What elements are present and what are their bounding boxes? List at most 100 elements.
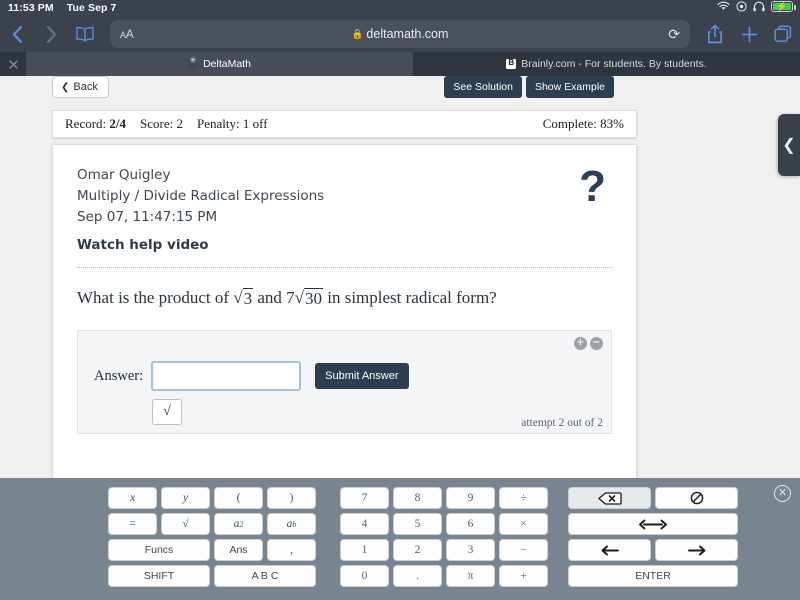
key-abc[interactable]: A B C [214, 565, 316, 587]
complete-stat: Complete: 83% [542, 116, 624, 131]
key-8[interactable]: 8 [393, 487, 442, 509]
key-0[interactable]: 0 [340, 565, 389, 587]
keyboard-row: 7 8 9 ÷ [340, 487, 556, 509]
answer-area: + − Answer: Submit Answer √ attempt 2 ou… [77, 330, 612, 434]
zoom-in-icon[interactable]: + [574, 337, 587, 350]
divider [77, 266, 612, 268]
keyboard-row [568, 539, 738, 561]
keyboard-number-group: 7 8 9 ÷ 4 5 6 × 1 2 3 − 0 . π + [340, 487, 556, 591]
submit-answer-button[interactable]: Submit Answer [315, 363, 409, 389]
text-size-button[interactable]: AAAA [120, 27, 134, 41]
share-icon[interactable] [698, 19, 732, 49]
zoom-out-icon[interactable]: − [590, 337, 603, 350]
key-shift[interactable]: SHIFT [108, 565, 210, 587]
key-3[interactable]: 3 [446, 539, 495, 561]
record-stat: Record: 2/4 [65, 116, 127, 131]
key-sqrt[interactable]: √ [161, 513, 210, 535]
question-text: What is the product of √3 and 7√30 in si… [77, 287, 612, 309]
tabs-icon[interactable] [766, 19, 800, 49]
arrow-right-key[interactable] [655, 539, 738, 561]
back-button-label: Back [73, 81, 98, 93]
key-plus[interactable]: + [499, 565, 548, 587]
lock-icon: 🔒 [351, 29, 364, 40]
url-display: 🔒 deltamath.com [110, 27, 690, 41]
tab-deltamath[interactable]: DeltaMath [26, 52, 413, 76]
score-stat: Score: 2 [140, 116, 184, 131]
key-y[interactable]: y [161, 487, 210, 509]
assignment-topic: Multiply / Divide Radical Expressions [77, 187, 325, 204]
record-value: 2/4 [109, 116, 127, 131]
move-out-key[interactable] [568, 513, 738, 535]
key-multiply[interactable]: × [499, 513, 548, 535]
key-7[interactable]: 7 [340, 487, 389, 509]
key-a-power-b[interactable]: ab [267, 513, 316, 535]
assignment-meta: Omar Quigley Multiply / Divide Radical E… [77, 165, 612, 228]
back-button[interactable]: ❮ Back [52, 76, 109, 98]
status-bar-record: Record: 2/4 Score: 2 Penalty: 1 off Comp… [52, 110, 637, 138]
radical-2: 7√30 [286, 287, 323, 308]
key-open-paren[interactable]: ( [214, 487, 263, 509]
assignment-timestamp: Sep 07, 11:47:15 PM [77, 208, 218, 225]
keyboard-row: ENTER [568, 565, 738, 587]
backspace-key[interactable] [568, 487, 651, 509]
forward-icon[interactable] [34, 19, 68, 49]
solution-buttons: See Solution Show Example [444, 76, 614, 98]
question-mark-icon[interactable]: ? [579, 165, 606, 209]
screen: 11:53 PM Tue Sep 7 ⚡ AA 🔒 deltamath.com … [0, 0, 800, 600]
penalty-stat: Penalty: 1 off [197, 116, 268, 131]
url-text: deltamath.com [366, 27, 449, 41]
coefficient-2: 7 [286, 287, 295, 307]
attempt-counter: attempt 2 out of 2 [521, 417, 603, 429]
key-a-squared[interactable]: a2 [214, 513, 263, 535]
keyboard-action-group: ENTER [568, 487, 738, 591]
key-9[interactable]: 9 [446, 487, 495, 509]
complete-value: 83% [600, 116, 624, 131]
sqrt-palette-button[interactable]: √ [152, 399, 182, 425]
keyboard-row: Funcs Ans , [108, 539, 324, 561]
key-pi[interactable]: π [446, 565, 495, 587]
key-5[interactable]: 5 [393, 513, 442, 535]
key-close-paren[interactable]: ) [267, 487, 316, 509]
tab-title: Brainly.com - For students. By students. [521, 58, 707, 70]
key-decimal[interactable]: . [393, 565, 442, 587]
radicand-1: 3 [242, 287, 254, 308]
key-4[interactable]: 4 [340, 513, 389, 535]
student-name: Omar Quigley [77, 167, 171, 183]
key-equals[interactable]: = [108, 513, 157, 535]
address-bar[interactable]: AAAA 🔒deltamath.com ⟳ [110, 20, 690, 48]
keyboard-row: x y ( ) [108, 487, 324, 509]
arrow-left-key[interactable] [568, 539, 651, 561]
keyboard-row: 4 5 6 × [340, 513, 556, 535]
key-2[interactable]: 2 [393, 539, 442, 561]
key-funcs[interactable]: Funcs [108, 539, 210, 561]
answer-input[interactable] [151, 361, 302, 391]
clear-key[interactable] [655, 487, 738, 509]
plus-icon[interactable] [732, 19, 766, 49]
key-x[interactable]: x [108, 487, 157, 509]
close-circle-icon[interactable]: ✕ [774, 485, 791, 502]
penalty-value: 1 off [242, 116, 268, 131]
status-bar-left: 11:53 PM Tue Sep 7 [8, 0, 117, 16]
see-solution-button[interactable]: See Solution [444, 76, 522, 98]
reload-icon[interactable]: ⟳ [668, 26, 680, 43]
back-icon[interactable] [0, 19, 34, 49]
answer-label: Answer: [94, 367, 144, 384]
key-ans[interactable]: Ans [214, 539, 263, 561]
close-tab-button[interactable] [0, 52, 26, 76]
key-comma[interactable]: , [267, 539, 316, 561]
show-example-button[interactable]: Show Example [525, 76, 614, 98]
key-divide[interactable]: ÷ [499, 487, 548, 509]
enter-key[interactable]: ENTER [568, 565, 738, 587]
keyboard-symbol-group: x y ( ) = √ a2 ab Funcs Ans , SHIFT A B … [108, 487, 324, 591]
tab-brainly[interactable]: Brainly.com - For students. By students. [413, 52, 800, 76]
score-value: 2 [176, 116, 184, 131]
headphones-icon [753, 1, 765, 12]
key-1[interactable]: 1 [340, 539, 389, 561]
side-drawer-handle[interactable]: ❮ [778, 114, 800, 176]
zoom-controls: + − [574, 337, 603, 350]
book-icon[interactable] [68, 19, 102, 49]
question-prefix: What is the product of [77, 287, 230, 307]
watch-help-video-link[interactable]: Watch help video [77, 237, 612, 253]
key-minus[interactable]: − [499, 539, 548, 561]
key-6[interactable]: 6 [446, 513, 495, 535]
